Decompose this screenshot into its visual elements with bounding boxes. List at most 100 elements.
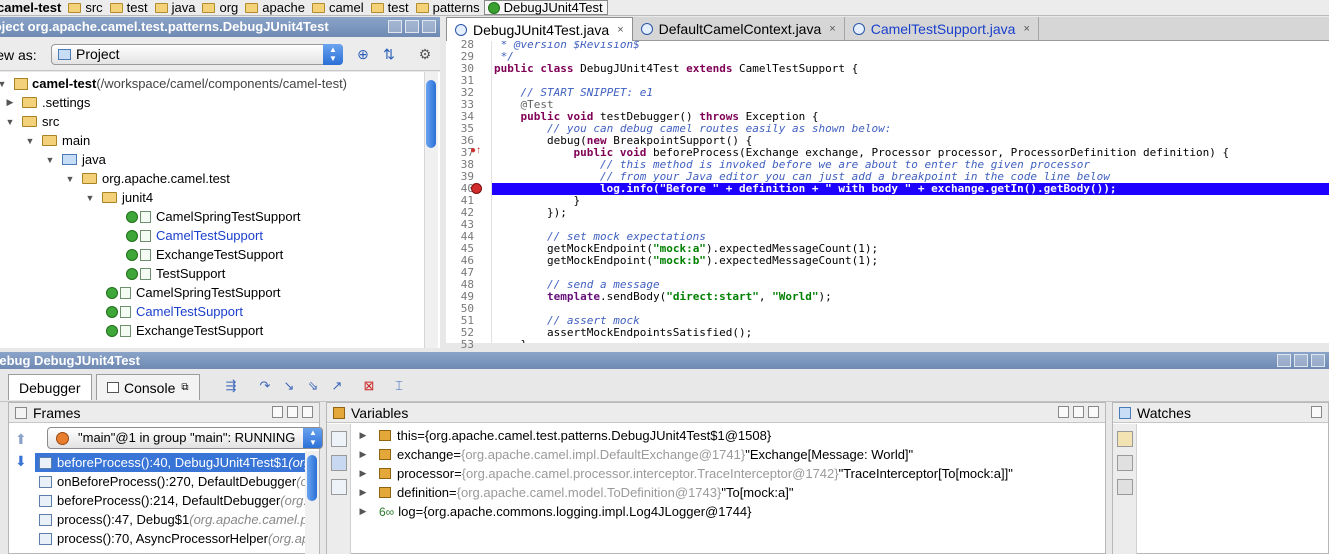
close-icon[interactable]: ×	[617, 24, 623, 36]
frame-icon	[39, 456, 52, 469]
scrollbar-thumb[interactable]	[426, 80, 436, 148]
variable-row[interactable]: ▶ processor = {org.apache.camel.processor…	[357, 464, 1013, 483]
close-pane-button[interactable]	[1088, 406, 1099, 418]
expand-arrow-icon[interactable]: ▼	[0, 79, 8, 89]
step-into-icon[interactable]: ↘	[280, 377, 298, 395]
collapse-arrow-icon[interactable]: ▶	[357, 506, 369, 517]
close-panel-button[interactable]	[1311, 354, 1325, 367]
breadcrumb-item[interactable]: java	[152, 0, 200, 15]
restore-icon[interactable]: ⧉	[181, 382, 188, 393]
tree-item[interactable]: CamelTestSupport	[106, 302, 440, 321]
step-over-icon[interactable]: ↷	[256, 377, 274, 395]
frame-icon	[39, 494, 52, 507]
evaluate-expression-icon[interactable]: ⌶	[390, 377, 408, 395]
tree-label: CamelTestSupport	[136, 304, 243, 319]
expand-arrow-icon[interactable]: ▼	[4, 117, 16, 127]
up-arrow-icon[interactable]: ⬆	[15, 431, 27, 448]
variable-row[interactable]: ▶ definition = {org.apache.camel.model.To…	[357, 483, 794, 502]
breadcrumb-item[interactable]: patterns	[413, 0, 484, 15]
tree-item[interactable]: CamelSpringTestSupport	[106, 283, 440, 302]
close-pane-button[interactable]	[302, 406, 313, 418]
breadcrumb-item-current[interactable]: DebugJUnit4Test	[483, 0, 608, 15]
restore-button[interactable]	[388, 20, 402, 33]
expand-arrow-icon[interactable]: ▼	[44, 155, 56, 165]
force-step-into-icon[interactable]: ⇘	[304, 377, 322, 395]
tree-item[interactable]: ▶ .settings	[4, 93, 434, 112]
tree-item[interactable]: ExchangeTestSupport	[126, 245, 440, 264]
collapse-arrow-icon[interactable]: ▶	[357, 468, 369, 479]
collapse-arrow-icon[interactable]: ▶	[357, 449, 369, 460]
table-view-icon[interactable]	[331, 431, 347, 447]
frame-row[interactable]: beforeProcess():214, DefaultDebugger (or…	[35, 491, 307, 510]
add-watch-icon[interactable]	[1117, 431, 1133, 447]
field-icon	[379, 487, 391, 498]
tree-item[interactable]: ▼ java	[44, 150, 440, 169]
remove-all-watches-icon[interactable]	[1117, 479, 1133, 495]
breadcrumb-item[interactable]: apache	[242, 0, 309, 15]
expand-arrow-icon[interactable]: ▼	[24, 136, 36, 146]
tree-item[interactable]: CamelSpringTestSupport	[126, 207, 440, 226]
tab-debugger[interactable]: Debugger	[8, 374, 92, 400]
frame-row[interactable]: process():47, Debug$1 (org.apache.camel.…	[35, 510, 307, 529]
close-panel-button[interactable]	[422, 20, 436, 33]
minimize-button[interactable]	[1294, 354, 1308, 367]
breadcrumb-item[interactable]: src	[65, 0, 106, 15]
breadcrumb-item[interactable]: camel	[309, 0, 368, 15]
tree-item[interactable]: TestSupport	[126, 264, 440, 283]
pin-button[interactable]	[272, 406, 283, 418]
remove-watch-icon[interactable]	[1117, 455, 1133, 471]
breakpoint-icon[interactable]	[471, 183, 482, 194]
view-as-select[interactable]: Project ▲ ▼	[51, 44, 343, 65]
pin-button[interactable]	[1058, 406, 1069, 418]
pin-button[interactable]	[1311, 406, 1322, 418]
frame-row[interactable]: beforeProcess():40, DebugJUnit4Test$1 (o…	[35, 453, 307, 472]
close-icon[interactable]: ×	[829, 23, 835, 35]
tab-console[interactable]: Console ⧉	[96, 374, 200, 400]
tree-item[interactable]: CamelTestSupport	[126, 226, 440, 245]
scrollbar-thumb[interactable]	[307, 455, 317, 501]
frame-row[interactable]: onBeforeProcess():270, DefaultDebugger (…	[35, 472, 307, 491]
scroll-from-source-icon[interactable]: ⊕	[354, 45, 372, 63]
tab-defaultcamelcontext[interactable]: DefaultCamelContext.java ×	[633, 17, 845, 41]
breadcrumb-item[interactable]: test	[368, 0, 413, 15]
tree-item[interactable]: ExchangeTestSupport	[106, 321, 440, 340]
tree-item[interactable]: ▼ src	[4, 112, 434, 131]
tree-item[interactable]: ▼ main	[24, 131, 440, 150]
restore-button[interactable]	[1277, 354, 1291, 367]
collapse-arrow-icon[interactable]: ▶	[357, 487, 369, 498]
collapse-arrow-icon[interactable]: ▶	[357, 430, 369, 441]
editor-gutter[interactable]: 28 29 30 31 32 33 34 35 36 37 38 39 40 4…	[446, 38, 492, 351]
collapse-all-icon[interactable]: ⇅	[380, 45, 398, 63]
breadcrumb-item[interactable]: test	[107, 0, 152, 15]
breadcrumb-item[interactable]: org	[199, 0, 242, 15]
tree-item[interactable]: ▼ org.apache.camel.test	[64, 169, 440, 188]
breadcrumb-item-project[interactable]: camel-test	[0, 0, 65, 15]
expand-arrow-icon[interactable]: ▼	[84, 193, 96, 203]
restore-button[interactable]	[287, 406, 298, 418]
code-editor[interactable]: * @version $Revision$ */ public class De…	[492, 41, 1329, 343]
variable-row[interactable]: ▶ this = {org.apache.camel.test.patterns.…	[357, 426, 772, 445]
thread-select[interactable]: "main"@1 in group "main": RUNNING ▲ ▼	[47, 427, 323, 449]
down-arrow-icon[interactable]: ⬇	[15, 453, 27, 470]
show-statics-icon[interactable]	[331, 479, 347, 495]
equals-sign: =	[417, 428, 425, 443]
close-icon[interactable]: ×	[1023, 23, 1029, 35]
expand-arrow-icon[interactable]: ▼	[64, 174, 76, 184]
frame-row[interactable]: process():70, AsyncProcessorHelper (org.…	[35, 529, 307, 548]
variables-title: Variables	[351, 405, 409, 421]
tab-cameltestsupport[interactable]: CamelTestSupport.java ×	[845, 17, 1039, 41]
collapse-arrow-icon[interactable]: ▶	[4, 97, 16, 108]
java-class-icon	[640, 23, 653, 35]
show-execution-point-icon[interactable]: ⇶	[222, 377, 240, 395]
variable-row[interactable]: ▶ exchange = {org.apache.camel.impl.Defau…	[357, 445, 914, 464]
minimize-button[interactable]	[405, 20, 419, 33]
variable-row[interactable]: ▶ 6∞ log = {org.apache.commons.logging.imp…	[357, 502, 752, 521]
tree-item[interactable]: ▼ junit4	[84, 188, 440, 207]
stop-icon[interactable]: ⊠	[360, 377, 378, 395]
tree-item-project-root[interactable]: ▼ camel-test (/workspace/camel/components…	[0, 74, 426, 93]
watch-icon[interactable]	[331, 455, 347, 471]
restore-button[interactable]	[1073, 406, 1084, 418]
step-out-icon[interactable]: ↗	[328, 377, 346, 395]
gear-icon[interactable]: ⚙	[416, 45, 434, 63]
override-marker-icon[interactable]: ●↑	[470, 145, 481, 156]
